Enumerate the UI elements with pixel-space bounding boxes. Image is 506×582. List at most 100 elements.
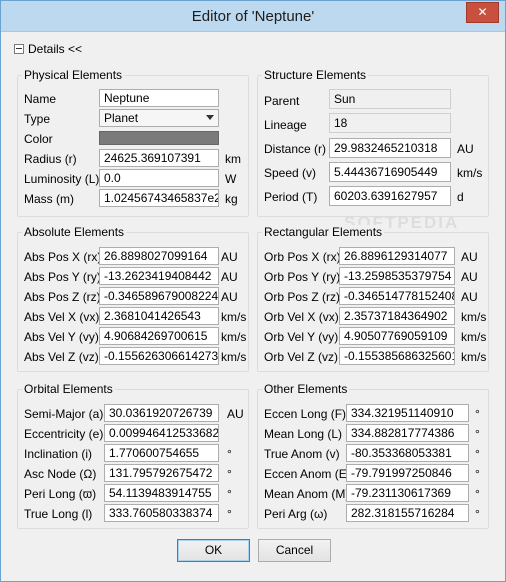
abs-element-field[interactable]: -0.155626306614273: [99, 347, 219, 365]
orbital-element-unit: °: [227, 507, 232, 521]
orbital-element-field[interactable]: 333.760580338374: [104, 504, 219, 522]
speed-unit: km/s: [457, 166, 483, 180]
orbital-element-label: True Long (l): [24, 507, 93, 521]
lineage-field: 18: [329, 113, 451, 133]
orbital-element-unit: °: [227, 487, 232, 501]
type-label: Type: [24, 112, 51, 126]
abs-element-label: Abs Vel Z (vz): [24, 350, 99, 364]
rect-element-field[interactable]: 2.35737184364902: [339, 307, 455, 325]
other-elements-title: Other Elements: [262, 382, 350, 396]
rect-element-unit: km/s: [461, 330, 487, 344]
other-element-field[interactable]: -80.353368053381: [346, 444, 469, 462]
name-label: Name: [24, 92, 57, 106]
rect-element-label: Orb Vel X (vx): [264, 310, 339, 324]
rect-element-label: Orb Vel Y (vy): [264, 330, 339, 344]
rect-element-field[interactable]: -0.155385686325601: [339, 347, 455, 365]
orbital-element-label: Inclination (i): [24, 447, 93, 461]
orbital-element-field[interactable]: 0.0099464125336828: [104, 424, 219, 442]
rect-element-unit: AU: [461, 290, 478, 304]
rect-element-field[interactable]: -0.346514778152408: [339, 287, 455, 305]
physical-elements-title: Physical Elements: [22, 68, 125, 82]
other-element-unit: °: [475, 467, 480, 481]
abs-element-field[interactable]: 4.90684269700615: [99, 327, 219, 345]
mass-label: Mass (m): [24, 192, 74, 206]
abs-element-unit: AU: [221, 270, 238, 284]
other-element-unit: °: [475, 507, 480, 521]
name-field[interactable]: Neptune: [99, 89, 219, 107]
orbital-element-field[interactable]: 54.1139483914755: [104, 484, 219, 502]
details-toggle[interactable]: Details <<: [14, 42, 82, 56]
other-element-label: Eccen Long (F): [264, 407, 347, 421]
luminosity-label: Luminosity (L): [24, 172, 100, 186]
radius-field[interactable]: 24625.369107391: [99, 149, 219, 167]
other-element-label: Peri Arg (ω): [264, 507, 328, 521]
abs-element-unit: AU: [221, 250, 238, 264]
abs-element-field[interactable]: 26.8898027099164: [99, 247, 219, 265]
radius-unit: km: [225, 152, 241, 166]
rect-element-unit: AU: [461, 270, 478, 284]
rect-element-field[interactable]: 4.90507769059109: [339, 327, 455, 345]
other-element-field[interactable]: -79.791997250846: [346, 464, 469, 482]
abs-element-unit: AU: [221, 290, 238, 304]
orbital-element-field[interactable]: 131.795792675472: [104, 464, 219, 482]
orbital-element-label: Semi-Major (a): [24, 407, 104, 421]
orbital-element-label: Peri Long (ϖ): [24, 487, 97, 501]
other-element-field[interactable]: 334.321951140910: [346, 404, 469, 422]
period-field[interactable]: 60203.6391627957: [329, 186, 451, 206]
mass-field[interactable]: 1.02456743465837e26: [99, 189, 219, 207]
abs-element-field[interactable]: -13.2623419408442: [99, 267, 219, 285]
lineage-label: Lineage: [264, 118, 307, 132]
luminosity-field[interactable]: 0.0: [99, 169, 219, 187]
other-element-unit: °: [475, 447, 480, 461]
color-swatch[interactable]: [99, 131, 219, 145]
distance-label: Distance (r): [264, 142, 327, 156]
other-element-field[interactable]: 334.882817774386: [346, 424, 469, 442]
absolute-elements-title: Absolute Elements: [22, 225, 127, 239]
abs-element-field[interactable]: 2.3681041426543: [99, 307, 219, 325]
orbital-element-field[interactable]: 1.770600754655: [104, 444, 219, 462]
abs-element-unit: km/s: [221, 350, 247, 364]
mass-unit: kg: [225, 192, 238, 206]
radius-label: Radius (r): [24, 152, 77, 166]
orbital-element-field[interactable]: 30.0361920726739: [104, 404, 219, 422]
other-element-label: Eccen Anom (E): [264, 467, 351, 481]
speed-field[interactable]: 5.44436716905449: [329, 162, 451, 182]
window-title: Editor of 'Neptune': [191, 8, 315, 25]
period-unit: d: [457, 190, 464, 204]
rect-element-unit: km/s: [461, 310, 487, 324]
other-element-unit: °: [475, 487, 480, 501]
orbital-element-label: Eccentricity (e): [24, 427, 104, 441]
abs-element-label: Abs Pos Z (rz): [24, 290, 101, 304]
other-element-label: Mean Anom (M): [264, 487, 350, 501]
rectangular-elements-title: Rectangular Elements: [262, 225, 385, 239]
other-element-unit: °: [475, 407, 480, 421]
collapse-icon[interactable]: [14, 44, 24, 54]
ok-button[interactable]: OK: [177, 539, 250, 562]
title-bar[interactable]: Editor of 'Neptune' ✕: [1, 1, 505, 32]
other-element-label: Mean Long (L): [264, 427, 343, 441]
details-label: Details <<: [28, 42, 83, 56]
type-select-value: Planet: [104, 111, 139, 125]
cancel-button[interactable]: Cancel: [258, 539, 331, 562]
rect-element-field[interactable]: 26.8896129314077: [339, 247, 455, 265]
speed-label: Speed (v): [264, 166, 317, 180]
abs-element-unit: km/s: [221, 310, 247, 324]
luminosity-unit: W: [225, 172, 237, 186]
orbital-element-unit: °: [227, 467, 232, 481]
orbital-element-unit: °: [227, 447, 232, 461]
close-button[interactable]: ✕: [466, 2, 499, 23]
rect-element-label: Orb Pos Y (ry): [264, 270, 341, 284]
orbital-element-unit: AU: [227, 407, 244, 421]
other-element-unit: °: [475, 427, 480, 441]
chevron-down-icon: [206, 115, 214, 120]
rect-element-label: Orb Pos X (rx): [264, 250, 341, 264]
other-element-field[interactable]: -79.231130617369: [346, 484, 469, 502]
distance-field[interactable]: 29.9832465210318: [329, 138, 451, 158]
other-element-field[interactable]: 282.318155716284: [346, 504, 469, 522]
rect-element-field[interactable]: -13.2598535379754: [339, 267, 455, 285]
type-select[interactable]: Planet: [99, 109, 219, 127]
abs-element-label: Abs Pos X (rx): [24, 250, 102, 264]
orbital-element-label: Asc Node (Ω): [24, 467, 97, 481]
abs-element-field[interactable]: -0.346589679008224: [99, 287, 219, 305]
editor-window: Editor of 'Neptune' ✕ Details << SOFTPED…: [0, 0, 506, 582]
